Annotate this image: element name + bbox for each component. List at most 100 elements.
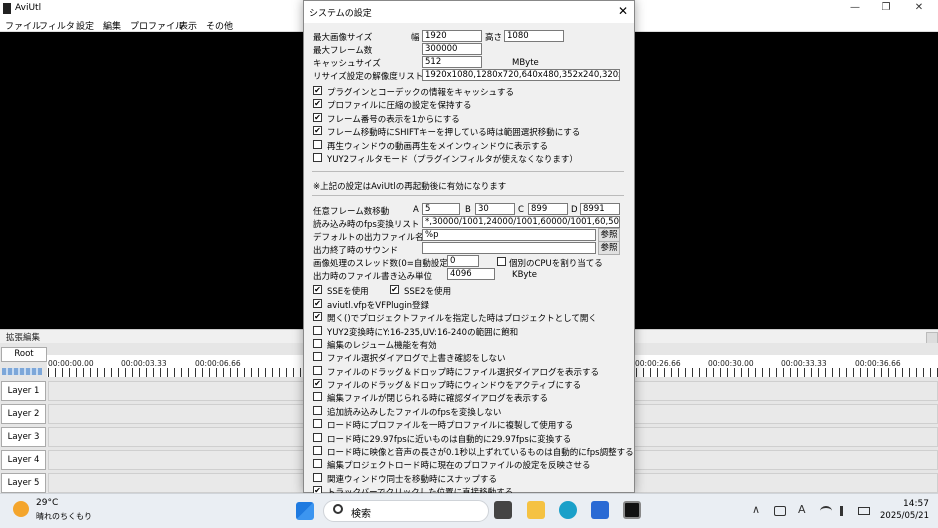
clock-date[interactable]: 2025/05/21 <box>880 511 929 521</box>
menu-profile[interactable]: プロファイル <box>130 19 184 32</box>
search-placeholder: 検索 <box>351 509 371 520</box>
setting-checkbox[interactable] <box>313 139 322 149</box>
write-unit-field[interactable]: 4096 <box>447 268 495 280</box>
setting-checkbox[interactable] <box>313 365 322 375</box>
frame-move-b-field[interactable]: 30 <box>475 203 515 215</box>
tick-label: 00:00:00.00 <box>48 359 94 368</box>
menu-filter[interactable]: フィルタ <box>39 19 75 32</box>
resize-list-label: リサイズ設定の解像度リスト <box>313 72 424 82</box>
menu-settings[interactable]: 設定 <box>76 19 94 32</box>
write-unit-unit: KByte <box>512 270 537 280</box>
setting-checkbox-label: YUY2フィルタモード（プラグインフィルタが使えなくなります） <box>327 155 578 165</box>
setting-checkbox-label: ロード時にプロファイルを一時プロファイルに複製して使用する <box>327 421 574 432</box>
layer-label-2[interactable]: Layer 2 <box>1 404 46 424</box>
timeline-title: 拡張編集 <box>6 333 41 343</box>
cpu-checkbox[interactable] <box>497 257 506 266</box>
sound-field[interactable] <box>422 242 596 254</box>
setting-checkbox[interactable] <box>313 459 322 469</box>
threads-field[interactable]: 0 <box>447 255 479 267</box>
cache-size-label: キャッシュサイズ <box>313 59 381 69</box>
setting-checkbox[interactable] <box>313 432 322 442</box>
cache-size-field[interactable]: 512 <box>422 56 482 68</box>
start-icon[interactable] <box>296 502 314 520</box>
clock-time[interactable]: 14:57 <box>903 499 929 509</box>
setting-checkbox[interactable]: ✔ <box>313 379 322 389</box>
height-field[interactable]: 1080 <box>504 30 564 42</box>
setting-checkbox[interactable] <box>313 445 322 455</box>
setting-checkbox-label: フレーム番号の表示を1からにする <box>327 114 460 125</box>
setting-checkbox[interactable]: ✔ <box>313 299 322 308</box>
menu-edit[interactable]: 編集 <box>103 19 121 32</box>
ime-icon[interactable]: A <box>798 503 806 516</box>
maximize-button[interactable]: ❐ <box>879 2 893 14</box>
frame-move-a-label: A <box>413 205 419 215</box>
layer-label-1[interactable]: Layer 1 <box>1 381 46 401</box>
max-image-size-label: 最大画像サイズ <box>313 33 373 43</box>
battery-icon[interactable] <box>858 507 870 515</box>
setting-checkbox[interactable] <box>313 339 322 349</box>
resize-list-field[interactable]: 1920x1080,1280x720,640x480,352x240,320x2… <box>422 69 620 81</box>
frame-move-a-field[interactable]: 5 <box>422 203 460 215</box>
cpu-label: 個別のCPUを割り当てる <box>509 259 603 269</box>
search-box[interactable] <box>323 500 489 522</box>
tray-chevron-icon[interactable]: ∧ <box>752 503 760 516</box>
setting-checkbox[interactable] <box>313 325 322 335</box>
edge-icon[interactable] <box>559 501 577 519</box>
wifi-icon[interactable] <box>820 506 832 516</box>
max-frames-field[interactable]: 300000 <box>422 43 482 55</box>
dialog-close-button[interactable]: ✕ <box>616 4 630 18</box>
sound-browse-button[interactable]: 参照 <box>598 241 620 255</box>
minimize-button[interactable]: — <box>848 2 862 14</box>
setting-checkbox[interactable] <box>313 405 322 415</box>
fps-list-field[interactable]: *,30000/1001,24000/1001,60000/1001,60,50… <box>422 216 620 228</box>
tick-label: 00:00:26.66 <box>635 359 681 368</box>
setting-checkbox[interactable]: ✔ <box>313 126 322 136</box>
frame-move-d-field[interactable]: 8991 <box>580 203 620 215</box>
width-field[interactable]: 1920 <box>422 30 482 42</box>
network-status-icon[interactable] <box>774 506 786 516</box>
setting-checkbox[interactable]: ✔ <box>313 112 322 122</box>
sound-label: 出力終了時のサウンド <box>313 246 399 256</box>
sse-checkbox[interactable]: ✔ <box>313 285 322 294</box>
menu-file[interactable]: ファイル <box>5 19 41 32</box>
setting-checkbox-label: 関連ウィンドウ同士を移動時にスナップする <box>327 474 498 485</box>
setting-checkbox[interactable] <box>313 153 322 162</box>
sse2-checkbox[interactable]: ✔ <box>390 285 399 294</box>
task-view-icon[interactable] <box>494 501 512 519</box>
setting-checkbox[interactable] <box>313 352 322 362</box>
restart-note: ※上記の設定はAviUtlの再起動後に有効になります <box>313 182 507 192</box>
layer-label-5[interactable]: Layer 5 <box>1 473 46 493</box>
aviutl-taskbar-icon[interactable] <box>623 501 641 519</box>
layer-label-3[interactable]: Layer 3 <box>1 427 46 447</box>
tick-label: 00:00:33.33 <box>781 359 827 368</box>
setting-checkbox-label: ファイルのドラッグ＆ドロップ時にファイル選択ダイアログを表示する <box>327 367 600 378</box>
menu-other[interactable]: その他 <box>206 19 233 32</box>
close-button[interactable]: ✕ <box>912 2 926 14</box>
write-unit-label: 出力時のファイル書き込み単位 <box>313 272 433 282</box>
setting-checkbox[interactable] <box>313 472 322 482</box>
setting-checkbox-label: aviutl.vfpをVFPlugin登録 <box>327 301 430 311</box>
store-icon[interactable] <box>591 501 609 519</box>
dialog-title: システムの設定 <box>309 9 372 19</box>
file-explorer-icon[interactable] <box>527 501 545 519</box>
setting-checkbox-label: 編集プロジェクトロード時に現在のプロファイルの設定を反映させる <box>327 461 591 472</box>
setting-checkbox[interactable] <box>313 419 322 429</box>
output-browse-button[interactable]: 参照 <box>598 228 620 242</box>
output-name-field[interactable]: %p <box>422 229 596 241</box>
menu-view[interactable]: 表示 <box>179 19 197 32</box>
weather-icon[interactable] <box>13 501 29 517</box>
setting-checkbox-label: ロード時に映像と音声の長さが0.1秒以上ずれているものは自動的にfps調整する <box>327 447 634 458</box>
layer-label-4[interactable]: Layer 4 <box>1 450 46 470</box>
frame-move-c-label: C <box>518 205 524 215</box>
max-frames-label: 最大フレーム数 <box>313 46 373 56</box>
setting-checkbox[interactable]: ✔ <box>313 312 322 322</box>
zoom-slider[interactable] <box>2 368 42 375</box>
tick-label: 00:00:36.66 <box>855 359 901 368</box>
frame-move-c-field[interactable]: 899 <box>528 203 568 215</box>
weather-temperature: 29°C <box>36 498 59 508</box>
volume-icon[interactable] <box>840 506 850 516</box>
setting-checkbox[interactable]: ✔ <box>313 99 322 109</box>
root-tab[interactable]: Root <box>1 347 47 362</box>
setting-checkbox[interactable]: ✔ <box>313 86 322 95</box>
setting-checkbox[interactable] <box>313 392 322 402</box>
